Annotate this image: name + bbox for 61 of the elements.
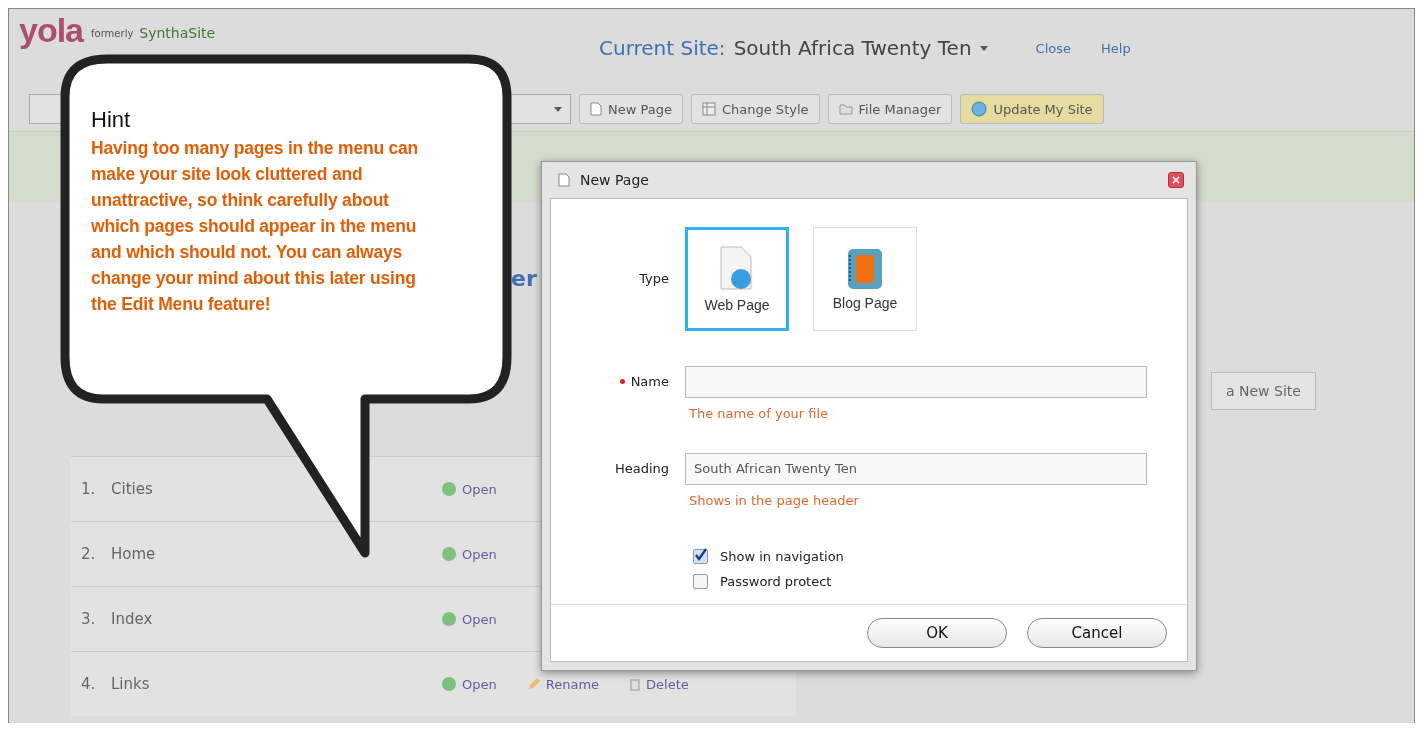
current-site-label: Current Site: <box>599 36 726 60</box>
close-button[interactable] <box>1168 172 1184 188</box>
help-link[interactable]: Help <box>1101 40 1131 56</box>
hint-text: Having too many pages in the menu can make your site look cluttered and unattractive, so think carefully about which pages should appear in the menu and which should not. You can always change your mind about this later using the Edit Menu feature! <box>91 137 420 316</box>
folder-icon <box>838 103 853 115</box>
toolbar-button[interactable]: Change Style <box>690 94 820 124</box>
page-name: Index <box>111 610 154 628</box>
globe-icon <box>441 546 457 562</box>
page-name: Links <box>111 675 151 693</box>
action-link[interactable]: Open <box>441 481 497 497</box>
page-number: 4. <box>81 675 97 693</box>
checkbox[interactable] <box>693 548 708 564</box>
notebook-icon <box>845 247 885 291</box>
caret-icon <box>554 106 562 112</box>
action-link[interactable]: Delete <box>629 676 689 692</box>
page-name: Home <box>111 545 157 563</box>
field-help: Shows in the page header <box>689 492 860 508</box>
new-site-button[interactable]: a New Site <box>1211 372 1316 410</box>
hint-title: Hint <box>91 107 132 133</box>
checkbox[interactable] <box>693 573 708 589</box>
page-number: 2. <box>81 545 97 563</box>
trash-icon <box>629 677 642 691</box>
page-icon <box>590 102 602 116</box>
close-link[interactable]: Close <box>1035 40 1071 56</box>
formerly-label: formerly <box>91 27 134 39</box>
action-link[interactable]: Open <box>441 546 497 562</box>
field-help: The name of your file <box>689 406 830 422</box>
action-link[interactable]: Open <box>441 611 497 627</box>
field-label: Heading <box>614 460 669 476</box>
dialog-title: New Page <box>580 172 650 188</box>
dialog-button[interactable]: OK <box>867 618 1007 648</box>
checkbox-label: Show in navigation <box>720 548 844 564</box>
grid-icon <box>701 102 716 116</box>
page-number: 3. <box>81 610 97 628</box>
toolbar-button[interactable]: New Page <box>579 94 683 124</box>
page-icon <box>558 173 570 187</box>
pencil-icon <box>526 677 541 691</box>
field-label: Type <box>639 271 669 286</box>
toolbar-button[interactable]: Update My Site <box>960 94 1104 124</box>
logo: yola <box>19 11 84 50</box>
input-field[interactable] <box>685 366 1147 399</box>
former-brand: SynthaSite <box>139 25 216 41</box>
dialog-button[interactable]: Cancel <box>1027 618 1167 648</box>
checkbox-label: Password protect <box>720 573 832 589</box>
globe-icon <box>441 676 457 692</box>
field-label: Name <box>630 374 669 390</box>
page-type-tile[interactable]: Web Page <box>685 227 789 331</box>
globe-icon <box>441 611 457 627</box>
close-icon <box>1172 176 1180 184</box>
action-link[interactable]: Rename <box>526 676 600 692</box>
toolbar-button[interactable]: File Manager <box>827 94 953 124</box>
caret-icon <box>979 45 988 51</box>
page-name: Cities <box>111 480 154 498</box>
action-link[interactable]: Open <box>441 676 497 692</box>
input-field[interactable]: South African Twenty Ten <box>685 452 1147 485</box>
globe-icon <box>441 481 457 497</box>
page-type-tile[interactable]: Blog Page <box>813 227 917 331</box>
current-site-name[interactable]: South Africa Twenty Ten <box>733 36 972 60</box>
page-heading: er <box>511 265 537 293</box>
page-number: 1. <box>81 480 97 498</box>
globe-icon <box>971 101 988 117</box>
